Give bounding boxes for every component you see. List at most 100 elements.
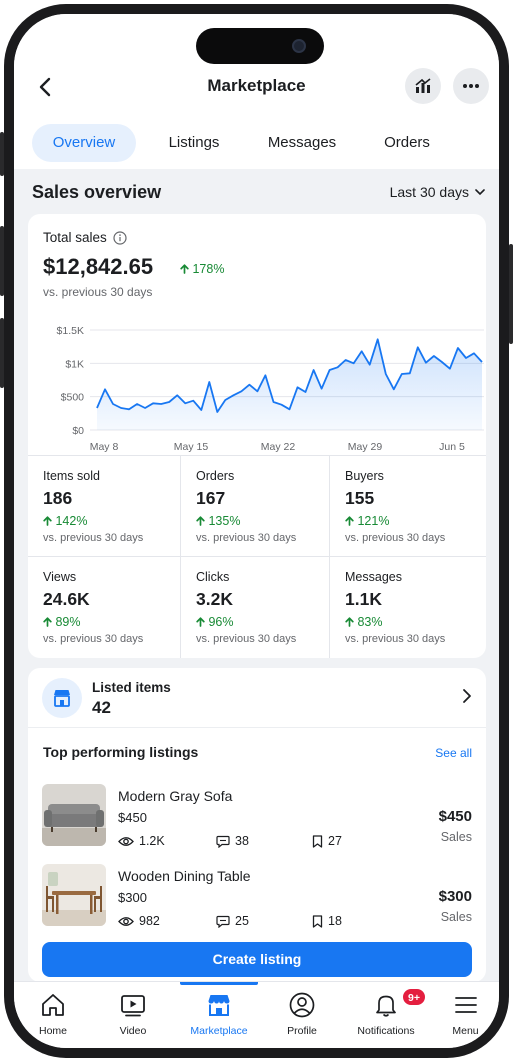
more-button[interactable] xyxy=(453,68,489,104)
stat-delta-value: 121% xyxy=(357,514,390,528)
stat-compare: vs. previous 30 days xyxy=(43,633,144,645)
info-icon[interactable] xyxy=(113,230,127,245)
messages-count: 25 xyxy=(235,914,249,928)
total-sales-value: $12,842.65 xyxy=(43,254,154,279)
stat-views[interactable]: Views 24.6K 89% vs. previous 30 days xyxy=(28,557,181,658)
stat-delta: 83% xyxy=(345,615,383,629)
nav-label: Marketplace xyxy=(190,1025,248,1037)
total-sales-delta-value: 178% xyxy=(192,262,225,276)
listing-item[interactable]: Wooden Dining Table $300 982 25 18 $300 … xyxy=(28,864,486,934)
messages-count: 38 xyxy=(235,834,249,848)
see-all-link[interactable]: See all xyxy=(435,746,472,760)
stat-orders[interactable]: Orders 167 135% vs. previous 30 days xyxy=(181,456,330,557)
x-tick-label: May 8 xyxy=(90,441,119,453)
arrow-up-icon xyxy=(43,516,52,526)
insights-button[interactable] xyxy=(405,68,441,104)
nav-video[interactable]: Video xyxy=(92,982,174,1048)
active-indicator xyxy=(180,982,258,985)
stat-delta-value: 142% xyxy=(55,514,88,528)
sales-chart: $1.5K $1K $500 $0 May 8 May 15 May 22 May 29 Jun… xyxy=(57,325,484,453)
y-tick-label: $0 xyxy=(72,425,84,437)
listed-items-row[interactable]: Listed items 42 xyxy=(28,668,486,728)
tab-listings[interactable]: Listings xyxy=(154,124,234,162)
saves-count: 18 xyxy=(328,914,342,928)
stat-buyers[interactable]: Buyers 155 121% vs. previous 30 days xyxy=(330,456,486,557)
nav-home[interactable]: Home xyxy=(14,982,92,1048)
stat-value: 155 xyxy=(345,488,375,508)
tab-orders[interactable]: Orders xyxy=(366,124,448,162)
messages-stat: 25 xyxy=(216,914,249,928)
nav-label: Profile xyxy=(287,1025,317,1037)
stat-items-sold[interactable]: Items sold 186 142% vs. previous 30 days xyxy=(28,456,181,557)
stat-compare: vs. previous 30 days xyxy=(345,532,446,544)
stat-delta-value: 83% xyxy=(357,615,383,629)
message-icon xyxy=(216,915,230,928)
chart-area xyxy=(97,339,482,430)
date-range-dropdown[interactable]: Last 30 days xyxy=(390,184,485,200)
x-tick-label: May 29 xyxy=(348,441,383,453)
arrow-up-icon xyxy=(43,617,52,627)
bookmark-icon xyxy=(312,834,323,848)
views-stat: 1.2K xyxy=(118,834,165,848)
message-icon xyxy=(216,835,230,848)
tab-bar: Overview Listings Messages Orders xyxy=(14,120,499,164)
volume-up-button xyxy=(0,226,4,296)
storefront-icon xyxy=(42,678,82,718)
sales-amount-label: Sales xyxy=(440,910,472,924)
phone-frame: Marketplace Overview Listings Messages O… xyxy=(0,4,513,1058)
listing-item[interactable]: Modern Gray Sofa $450 1.2K 38 27 $450 Sa… xyxy=(28,784,486,854)
nav-label: Home xyxy=(38,1025,67,1037)
total-sales-delta: 178% xyxy=(180,262,224,276)
bottom-nav: Home Video Marketplace Profile 9+ Notifi… xyxy=(14,981,499,1048)
y-tick-label: $1.5K xyxy=(57,325,84,337)
chevron-right-icon xyxy=(463,689,471,703)
camera-icon xyxy=(292,39,306,53)
tab-overview[interactable]: Overview xyxy=(32,124,136,162)
dining-table-thumbnail xyxy=(42,864,106,926)
stat-delta: 135% xyxy=(196,514,240,528)
stat-clicks[interactable]: Clicks 3.2K 96% vs. previous 30 days xyxy=(181,557,330,658)
stat-label: Buyers xyxy=(345,469,384,483)
nav-marketplace[interactable]: Marketplace xyxy=(174,982,264,1048)
listed-items-label: Listed items xyxy=(92,680,171,695)
nav-profile[interactable]: Profile xyxy=(264,982,340,1048)
stat-label: Messages xyxy=(345,570,402,584)
date-range-label: Last 30 days xyxy=(389,184,469,200)
views-count: 982 xyxy=(139,914,160,928)
eye-icon xyxy=(118,916,134,926)
stat-value: 3.2K xyxy=(196,589,233,609)
nav-label: Video xyxy=(119,1025,147,1037)
stat-label: Orders xyxy=(196,469,235,483)
stat-compare: vs. previous 30 days xyxy=(43,532,144,544)
dynamic-island xyxy=(196,28,324,64)
listing-name: Wooden Dining Table xyxy=(118,868,251,884)
listing-name: Modern Gray Sofa xyxy=(118,788,233,804)
bell-icon xyxy=(376,995,396,1017)
video-icon xyxy=(121,995,145,1017)
stat-label: Clicks xyxy=(196,570,230,584)
saves-stat: 27 xyxy=(312,834,342,848)
create-listing-button[interactable]: Create listing xyxy=(42,942,472,977)
tab-messages[interactable]: Messages xyxy=(254,124,350,162)
sales-amount-label: Sales xyxy=(440,830,472,844)
listed-items-count: 42 xyxy=(92,698,111,717)
views-stat: 982 xyxy=(118,914,160,928)
nav-notifications[interactable]: 9+ Notifications xyxy=(340,982,432,1048)
nav-menu[interactable]: Menu xyxy=(432,982,499,1048)
stat-delta-value: 89% xyxy=(55,615,81,629)
arrow-up-icon xyxy=(345,617,354,627)
menu-icon xyxy=(454,997,477,1013)
listing-price: $450 xyxy=(118,810,147,825)
sofa-thumbnail xyxy=(42,784,106,846)
total-sales-label-row: Total sales xyxy=(43,230,127,245)
stat-compare: vs. previous 30 days xyxy=(345,633,446,645)
sales-amount: $450 xyxy=(438,808,472,825)
stat-value: 1.1K xyxy=(345,589,382,609)
listing-price: $300 xyxy=(118,890,147,905)
stat-compare: vs. previous 30 days xyxy=(196,532,297,544)
sales-amount: $300 xyxy=(438,888,472,905)
stat-messages[interactable]: Messages 1.1K 83% vs. previous 30 days xyxy=(330,557,486,658)
total-sales-compare: vs. previous 30 days xyxy=(43,285,153,299)
stat-label: Items sold xyxy=(43,469,100,483)
notification-badge: 9+ xyxy=(402,988,426,1006)
